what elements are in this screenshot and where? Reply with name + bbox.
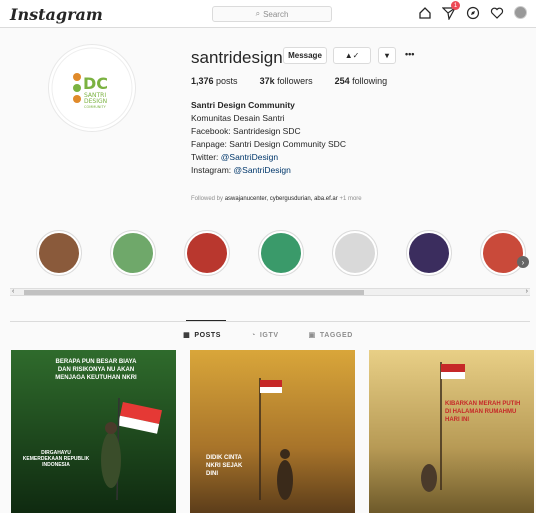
highlight-cover: [409, 233, 449, 273]
svg-text:COMMUNITY: COMMUNITY: [84, 105, 107, 109]
search-placeholder: Search: [263, 9, 289, 19]
instagram-link[interactable]: @SantriDesign: [234, 165, 291, 175]
activity-badge: 1: [451, 1, 460, 10]
top-navigation-bar: Instagram ⌕ Search 1: [0, 0, 536, 28]
followed-by[interactable]: Followed by aswajanucenter, cybergusduri…: [191, 196, 362, 202]
highlights-next-button[interactable]: ›: [517, 256, 529, 268]
following-stat[interactable]: 254 following: [335, 76, 388, 86]
bio-instagram: Instagram: @SantriDesign: [191, 164, 346, 177]
message-button[interactable]: Message: [283, 47, 327, 64]
profile-bio: Santri Design Community Komunitas Desain…: [191, 99, 346, 177]
highlight-item[interactable]: [110, 230, 156, 276]
bio-line: Komunitas Desain Santri: [191, 113, 285, 123]
highlight-item[interactable]: [480, 230, 526, 276]
bio-line: Facebook: Santridesign SDC: [191, 126, 301, 136]
bio-line: Fanpage: Santri Design Community SDC: [191, 139, 346, 149]
post-headline: DIDIK CINTA NKRI SEJAK DINI: [206, 455, 243, 477]
active-tab-indicator: [186, 320, 226, 321]
post-footer: DIRGAHAYU KEMERDEKAAN REPUBLIK INDONESIA: [22, 450, 90, 468]
suggestions-dropdown-button[interactable]: ▾: [378, 47, 396, 64]
highlight-cover: [113, 233, 153, 273]
tab-tagged[interactable]: ▣ TAGGED: [308, 331, 353, 340]
instagram-logo[interactable]: Instagram: [10, 5, 103, 24]
highlight-cover: [187, 233, 227, 273]
tagged-icon: ▣: [308, 332, 316, 339]
highlight-item[interactable]: [406, 230, 452, 276]
highlight-cover: [261, 233, 301, 273]
chevron-down-icon: ▾: [384, 51, 389, 60]
svg-text:DESIGN: DESIGN: [84, 98, 107, 105]
following-count: 254: [334, 76, 350, 86]
post-thumbnail[interactable]: KIBARKAN MERAH PUTIH DI HALAMAN RUMAHMU …: [369, 350, 534, 513]
twitter-prefix: Twitter:: [191, 152, 221, 162]
grid-icon: ▦: [183, 332, 191, 339]
direct-icon[interactable]: 1: [441, 1, 460, 20]
profile-avatar-icon[interactable]: [513, 5, 528, 20]
scroll-left-arrow-icon[interactable]: ‹: [12, 288, 14, 295]
home-icon[interactable]: [417, 5, 432, 20]
followed-prefix: Followed by: [191, 196, 224, 202]
scroll-right-arrow-icon[interactable]: ›: [526, 288, 528, 295]
santri-design-logo: DC SANTRI DESIGN COMMUNITY: [51, 47, 133, 129]
following-button[interactable]: ▲✓: [333, 47, 371, 64]
tab-igtv-label: IGTV: [259, 331, 279, 339]
igtv-icon: ◔: [251, 331, 256, 339]
highlight-item[interactable]: [258, 230, 304, 276]
post-thumbnail[interactable]: BERAPA PUN BESAR BIAYA DAN RISIKONYA NU …: [11, 350, 176, 513]
post-headline: BERAPA PUN BESAR BIAYA DAN RISIKONYA NU …: [55, 359, 137, 381]
explore-icon[interactable]: [465, 5, 480, 20]
heart-icon[interactable]: [489, 5, 504, 20]
posts-label: posts: [216, 76, 238, 86]
highlight-item[interactable]: [184, 230, 230, 276]
post-thumbnail[interactable]: DIDIK CINTA NKRI SEJAK DINI: [190, 350, 355, 513]
tab-tagged-label: TAGGED: [319, 331, 353, 339]
highlight-item[interactable]: [332, 230, 378, 276]
followed-more: +1 more: [339, 196, 362, 202]
following-label: following: [352, 76, 388, 86]
tab-posts[interactable]: ▦ POSTS: [183, 331, 222, 340]
followed-users: aswajanucenter, cybergusdurian, aba.ef.a…: [224, 196, 338, 202]
followers-count: 37k: [259, 76, 275, 86]
tab-igtv[interactable]: ◔ IGTV: [251, 331, 279, 339]
chevron-right-icon: ›: [521, 257, 525, 267]
followers-stat[interactable]: 37k followers: [260, 76, 313, 86]
highlight-item[interactable]: [36, 230, 82, 276]
profile-tabs: ▦ POSTS ◔ IGTV ▣ TAGGED: [0, 331, 536, 340]
svg-text:DC: DC: [83, 74, 108, 93]
profile-username: santridesign: [191, 48, 283, 67]
highlight-cover: [335, 233, 375, 273]
post-headline: KIBARKAN MERAH PUTIH DI HALAMAN RUMAHMU …: [445, 401, 521, 423]
highlight-cover: [39, 233, 79, 273]
search-icon: ⌕: [255, 9, 261, 18]
search-input[interactable]: ⌕ Search: [212, 6, 332, 22]
nav-icons: 1: [417, 1, 528, 20]
tabs-divider: [10, 321, 530, 322]
more-options-button[interactable]: •••: [405, 49, 414, 59]
profile-avatar[interactable]: DC SANTRI DESIGN COMMUNITY: [48, 44, 136, 132]
highlight-cover: [483, 233, 523, 273]
bio-name: Santri Design Community: [191, 100, 295, 110]
horizontal-scrollbar[interactable]: ‹ ›: [10, 288, 530, 296]
twitter-link[interactable]: @SantriDesign: [221, 152, 278, 162]
posts-count: 1,376: [191, 76, 214, 86]
tab-posts-label: POSTS: [194, 331, 222, 339]
followers-label: followers: [277, 76, 313, 86]
posts-stat: 1,376 posts: [191, 76, 238, 86]
bio-twitter: Twitter: @SantriDesign: [191, 151, 346, 164]
instagram-prefix: Instagram:: [191, 165, 234, 175]
profile-stats: 1,376 posts 37k followers 254 following: [191, 76, 387, 86]
scrollbar-thumb[interactable]: [24, 290, 364, 295]
